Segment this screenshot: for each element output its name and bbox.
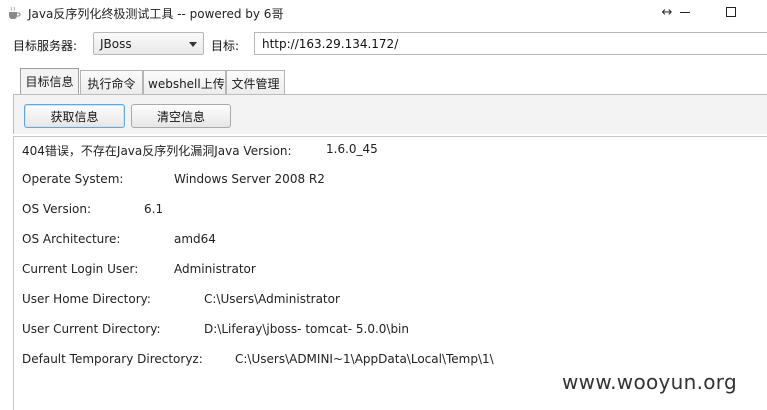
tab-execute-command[interactable]: 执行命令 bbox=[80, 70, 143, 94]
output-value: C:\Users\ADMINI~1\AppData\Local\Temp\1\ bbox=[235, 352, 494, 366]
output-value: D:\Liferay\jboss- tomcat- 5.0.0\bin bbox=[204, 322, 409, 336]
output-key: OS Version: bbox=[22, 202, 92, 216]
output-key: Default Temporary Directoryz: bbox=[22, 352, 203, 366]
fetch-info-button[interactable]: 获取信息 bbox=[24, 104, 125, 128]
window-title: Java反序列化终极测试工具 -- powered by 6哥 bbox=[28, 7, 284, 21]
output-key: Current Login User: bbox=[22, 262, 139, 276]
output-value: amd64 bbox=[174, 232, 216, 246]
maximize-button[interactable] bbox=[719, 2, 743, 22]
chevron-down-icon bbox=[189, 42, 197, 47]
server-select-value: JBoss bbox=[100, 37, 132, 51]
target-label: 目标: bbox=[211, 39, 240, 53]
output-value: Windows Server 2008 R2 bbox=[174, 172, 325, 186]
output-value: Administrator bbox=[174, 262, 256, 276]
button-panel bbox=[13, 94, 767, 134]
tab-target-info[interactable]: 目标信息 bbox=[20, 68, 79, 95]
output-line-java-version-label: 404错误，不存在Java反序列化漏洞Java Version: bbox=[22, 144, 292, 158]
maximize-icon bbox=[726, 7, 736, 17]
watermark: www.wooyun.org bbox=[562, 370, 737, 394]
server-select[interactable]: JBoss bbox=[93, 32, 204, 55]
output-key: User Home Directory: bbox=[22, 292, 151, 306]
coffee-cup-icon bbox=[9, 6, 21, 19]
tab-file-management[interactable]: 文件管理 bbox=[226, 70, 285, 94]
target-url-input[interactable] bbox=[254, 32, 767, 55]
output-key: OS Architecture: bbox=[22, 232, 121, 246]
output-value: C:\Users\Administrator bbox=[204, 292, 340, 306]
minimize-icon bbox=[680, 11, 690, 13]
server-label: 目标服务器: bbox=[13, 39, 78, 53]
clear-info-button[interactable]: 清空信息 bbox=[131, 104, 231, 128]
output-value: 6.1 bbox=[144, 202, 164, 216]
title-bar: Java反序列化终极测试工具 -- powered by 6哥 ↔ bbox=[0, 0, 767, 26]
output-key: Operate System: bbox=[22, 172, 124, 186]
output-line-java-version-value: 1.6.0_45 bbox=[326, 142, 378, 156]
tab-webshell-upload[interactable]: webshell上传 bbox=[143, 70, 226, 94]
output-key: User Current Directory: bbox=[22, 322, 161, 336]
minimize-button[interactable] bbox=[673, 2, 697, 22]
